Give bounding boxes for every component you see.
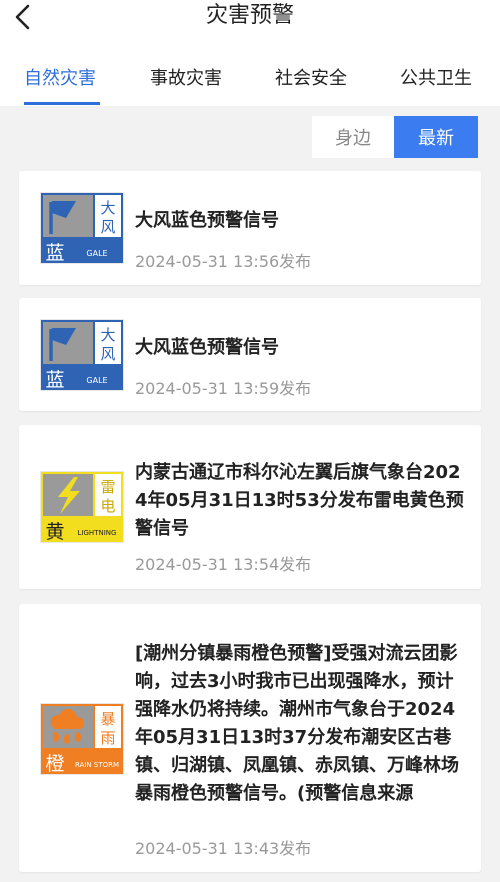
badge-type-char: 雨 bbox=[100, 729, 115, 747]
badge-en-label: LIGHTNING bbox=[78, 529, 117, 537]
app: 灾害预警 自然灾害 事故灾害 社会安全 公共卫生 身边 最新 大 风 蓝 GAL… bbox=[0, 0, 500, 882]
warning-title: 内蒙古通辽市科尔沁左翼后旗气象台2024年05月31日13时53分发布雷电黄色预… bbox=[135, 462, 464, 539]
badge-en-label: GALE bbox=[86, 249, 107, 258]
badge-en-label: RAIN STORM bbox=[75, 761, 119, 769]
gale-blue-warning-badge: 大 风 蓝 GALE bbox=[40, 319, 124, 391]
warning-card[interactable]: 大 风 蓝 GALE 大风蓝色预警信号 2024-05-31 13:59发布 bbox=[19, 298, 481, 411]
badge-en-label: GALE bbox=[86, 376, 107, 385]
badge-level: 橙 bbox=[45, 753, 64, 775]
page-title: 灾害预警 bbox=[205, 3, 294, 28]
latest-toggle[interactable]: 最新 bbox=[394, 116, 478, 158]
warning-time: 2024-05-31 13:59发布 bbox=[135, 379, 312, 398]
warning-title: 大风蓝色预警信号 bbox=[135, 337, 279, 358]
badge-type-char: 风 bbox=[100, 345, 115, 363]
badge-type-char: 大 bbox=[100, 326, 115, 344]
active-tab-indicator bbox=[24, 102, 100, 105]
warning-time: 2024-05-31 13:54发布 bbox=[135, 555, 312, 574]
header: 灾害预警 bbox=[0, 0, 500, 46]
warning-card[interactable]: 大 风 蓝 GALE 大风蓝色预警信号 2024-05-31 13:56发布 bbox=[19, 171, 481, 285]
tab-accident-disaster[interactable]: 事故灾害 bbox=[150, 64, 222, 90]
badge-level: 蓝 bbox=[45, 369, 64, 391]
warning-title: [潮州分镇暴雨橙色预警]受强对流云团影响，过去3小时我市已出现强降水，预计强降水… bbox=[135, 643, 459, 804]
warning-card[interactable]: 雷 电 黄 LIGHTNING 内蒙古通辽市科尔沁左翼后旗气象台2024年05月… bbox=[19, 425, 481, 589]
badge-level: 黄 bbox=[45, 521, 64, 543]
warning-title: 大风蓝色预警信号 bbox=[135, 210, 279, 231]
warning-time: 2024-05-31 13:56发布 bbox=[135, 252, 312, 271]
category-tabs: 自然灾害 事故灾害 社会安全 公共卫生 bbox=[0, 46, 500, 106]
warning-time: 2024-05-31 13:43发布 bbox=[135, 839, 312, 858]
gale-blue-warning-badge: 大 风 蓝 GALE bbox=[40, 192, 124, 264]
badge-type-char: 风 bbox=[100, 218, 115, 236]
badge-type-char: 雷 bbox=[100, 478, 115, 496]
badge-level: 蓝 bbox=[45, 242, 64, 264]
warning-card[interactable]: 暴 雨 橙 RAIN STORM [潮州分镇暴雨橙色预警]受强对流云团影响，过去… bbox=[19, 604, 481, 872]
tab-natural-disaster[interactable]: 自然灾害 bbox=[24, 64, 96, 90]
nearby-toggle[interactable]: 身边 bbox=[312, 116, 394, 158]
tab-social-security[interactable]: 社会安全 bbox=[275, 64, 347, 90]
tab-public-health[interactable]: 公共卫生 bbox=[400, 64, 472, 90]
lightning-yellow-warning-badge: 雷 电 黄 LIGHTNING bbox=[40, 471, 124, 543]
badge-type-char: 暴 bbox=[100, 710, 115, 728]
badge-type-char: 大 bbox=[100, 199, 115, 217]
rainstorm-orange-warning-badge: 暴 雨 橙 RAIN STORM bbox=[40, 703, 124, 775]
badge-type-char: 电 bbox=[100, 497, 115, 515]
